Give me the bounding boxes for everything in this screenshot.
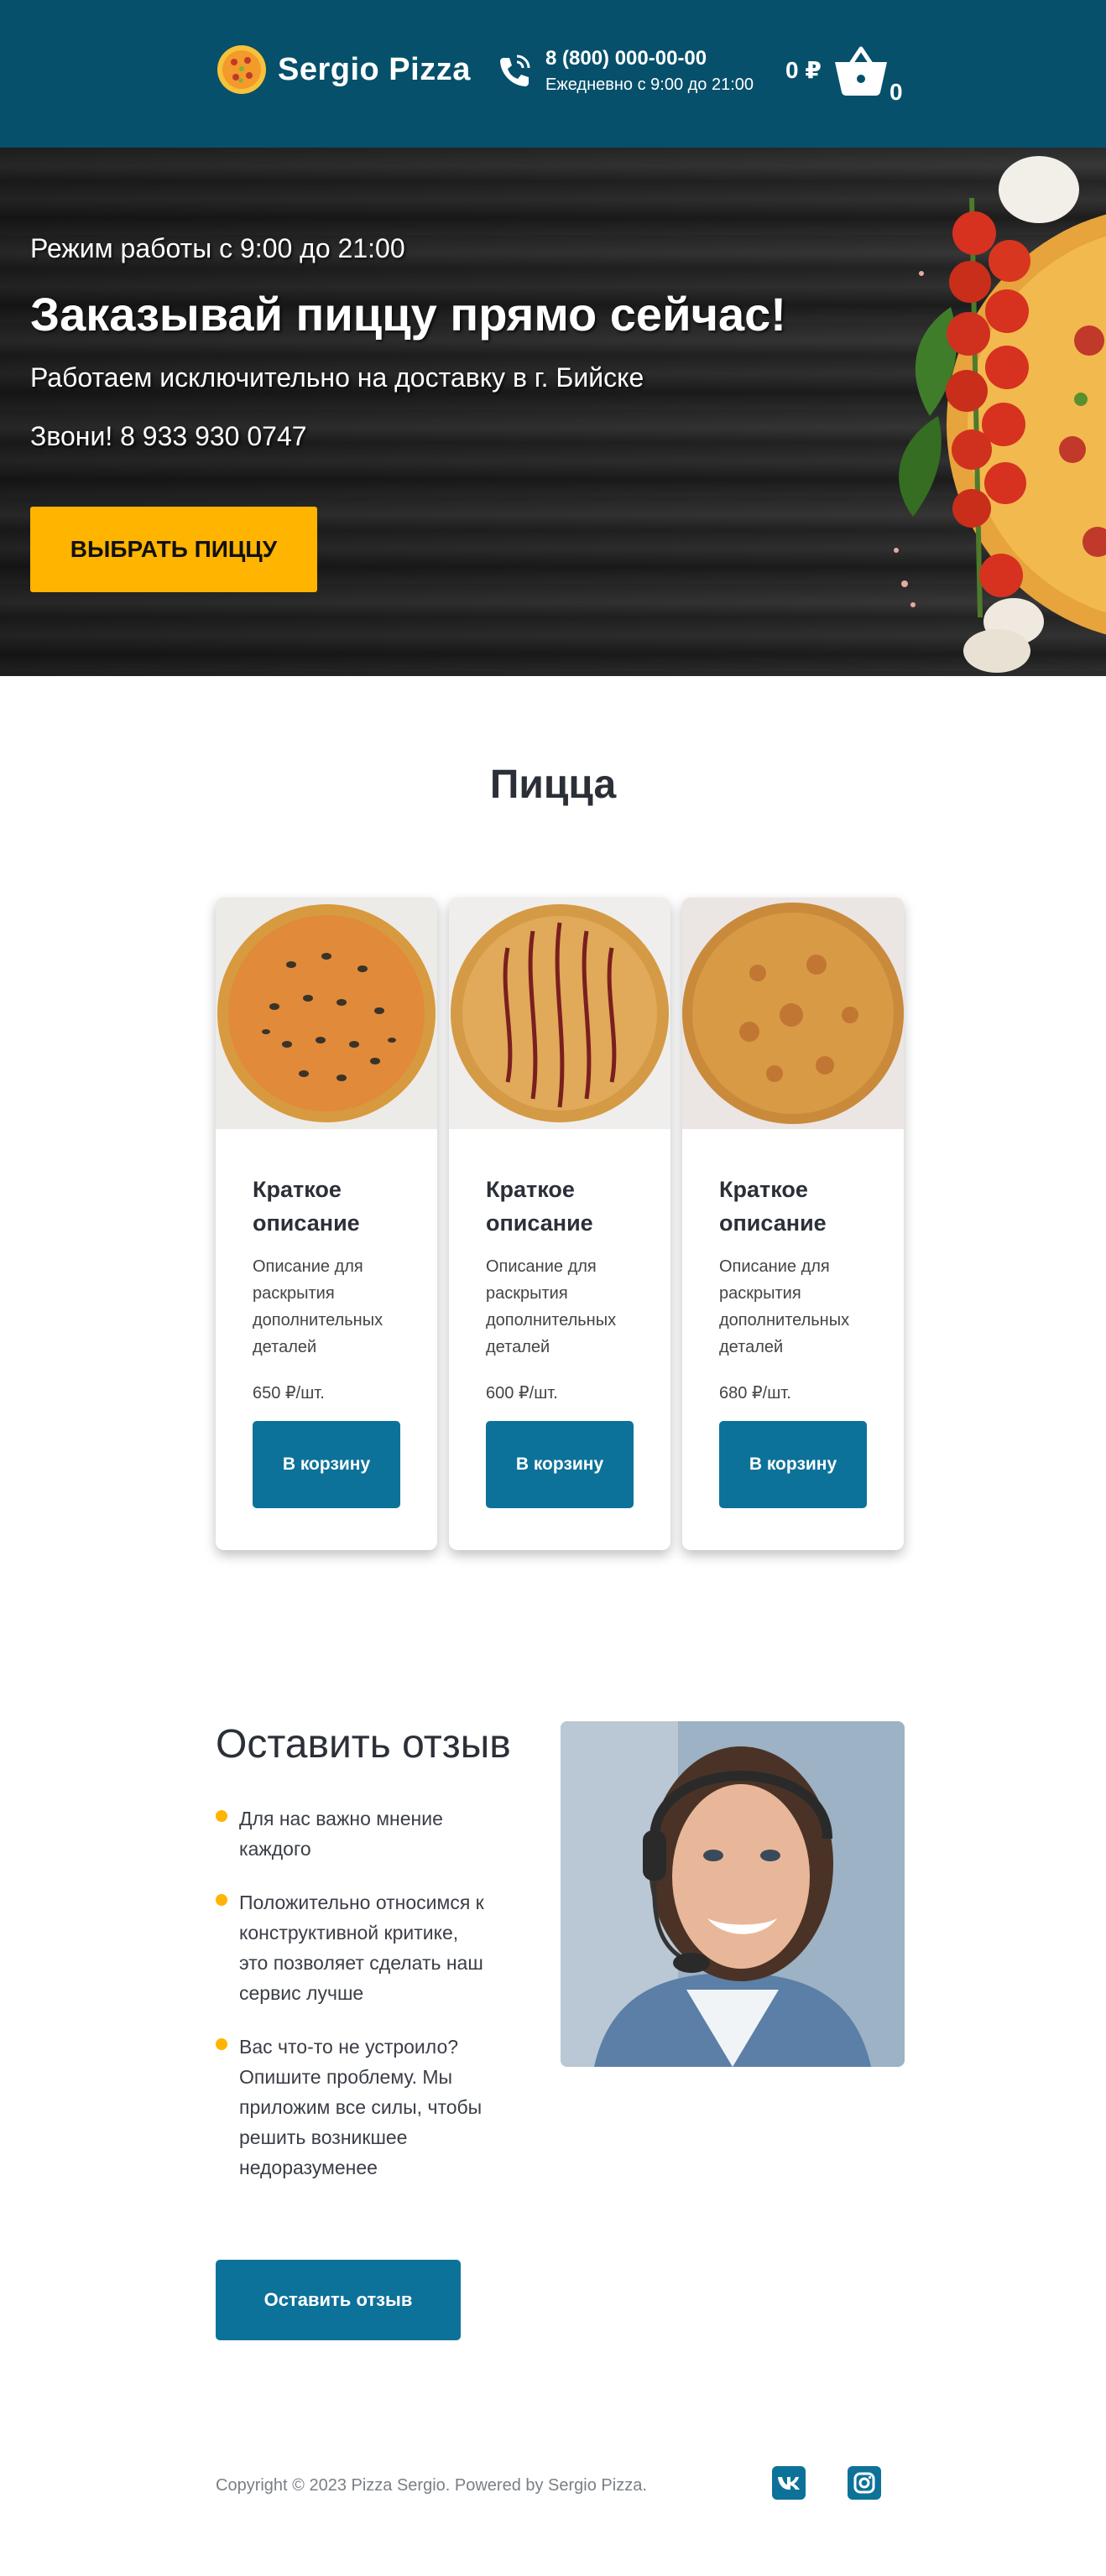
leave-review-button[interactable]: Оставить отзыв (216, 2260, 461, 2340)
pizza-cards: Краткое описание Описание для раскрытия … (216, 898, 904, 1550)
bullet-text: Вас что-то не устроило? Опишите проблему… (239, 2036, 483, 2178)
pizza-olive-image (216, 898, 437, 1129)
pizza-section-title: Пицца (489, 762, 617, 807)
phone-icon (500, 55, 530, 86)
card-price: 680 ₽/шт. (719, 1384, 791, 1402)
review-bullets: Для нас важно мнение каждого Положительн… (216, 1803, 484, 2206)
hero-food-image (894, 156, 1106, 673)
pizza-image (449, 898, 670, 1129)
hero-hours: Режим работы с 9:00 до 21:00 (30, 233, 405, 263)
support-operator-photo (561, 1721, 905, 2067)
bullet-dot-icon (216, 1894, 227, 1906)
bullet-dot-icon (216, 1810, 227, 1822)
bullet-text: Положительно относимся к конструктивной … (239, 1892, 484, 2004)
instagram-link[interactable] (848, 2466, 881, 2500)
pizza-sauce-image (449, 898, 670, 1129)
cart[interactable]: 0 ₽ 0 (785, 39, 903, 105)
list-item: Для нас важно мнение каждого (216, 1803, 484, 1864)
add-to-cart-button[interactable]: В корзину (253, 1421, 400, 1508)
instagram-icon (853, 2472, 875, 2494)
cart-count: 0 (889, 79, 903, 105)
card-price: 650 ₽/шт. (253, 1384, 325, 1402)
phone-number[interactable]: 8 (800) 000-00-00 (545, 47, 754, 70)
basket-icon (834, 46, 887, 96)
hero-subtitle: Работаем исключительно на доставку в г. … (30, 362, 644, 393)
operator-image (561, 1721, 905, 2067)
pizza-image (682, 898, 904, 1129)
card-price: 600 ₽/шт. (486, 1384, 558, 1402)
pizza-cheese-image (682, 898, 904, 1129)
add-to-cart-button[interactable]: В корзину (719, 1421, 867, 1508)
add-to-cart-button[interactable]: В корзину (486, 1421, 634, 1508)
cart-sum: 0 ₽ (785, 56, 822, 83)
card-description: Описание для раскрытия дополнительных де… (719, 1257, 850, 1356)
card-title: Краткое описание (253, 1177, 360, 1236)
review-title: Оставить отзыв (216, 1722, 511, 1767)
pizza-card: Краткое описание Описание для раскрытия … (682, 898, 904, 1550)
hero-banner: Режим работы с 9:00 до 21:00 Заказывай п… (0, 148, 1106, 676)
card-title: Краткое описание (719, 1177, 827, 1236)
phone-hours: Ежедневно с 9:00 до 21:00 (545, 75, 754, 94)
choose-pizza-button[interactable]: ВЫБРАТЬ ПИЦЦУ (30, 507, 317, 592)
hero-title: Заказывай пиццу прямо сейчас! (30, 288, 786, 341)
phone-block[interactable]: 8 (800) 000-00-00 Ежедневно с 9:00 до 21… (495, 47, 754, 95)
list-item: Положительно относимся к конструктивной … (216, 1887, 484, 2008)
pizza-card: Краткое описание Описание для раскрытия … (449, 898, 670, 1550)
logo[interactable]: Sergio Pizza (216, 44, 471, 96)
vk-link[interactable] (772, 2466, 806, 2500)
card-title: Краткое описание (486, 1177, 593, 1236)
card-description: Описание для раскрытия дополнительных де… (253, 1257, 383, 1356)
pizza-logo-icon (217, 45, 266, 94)
copyright: Copyright © 2023 Pizza Sergio. Powered b… (216, 2476, 647, 2495)
hero-call: Звони! 8 933 930 0747 (30, 421, 307, 451)
pizza-card: Краткое описание Описание для раскрытия … (216, 898, 437, 1550)
bullet-dot-icon (216, 2038, 227, 2050)
bullet-text: Для нас важно мнение каждого (239, 1808, 443, 1860)
site-header: Sergio Pizza 8 (800) 000-00-00 Ежедневно… (0, 0, 1106, 148)
logo-text: Sergio Pizza (278, 51, 471, 87)
list-item: Вас что-то не устроило? Опишите проблему… (216, 2032, 484, 2183)
pizza-image (216, 898, 437, 1129)
vk-icon (778, 2477, 800, 2490)
card-description: Описание для раскрытия дополнительных де… (486, 1257, 617, 1356)
